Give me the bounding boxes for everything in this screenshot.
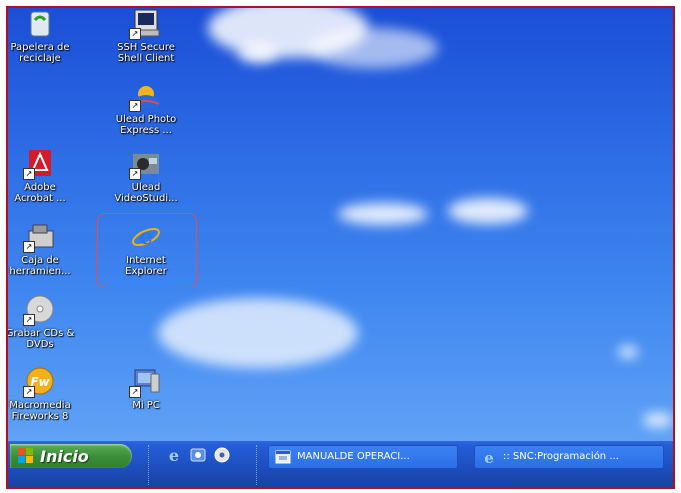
desktop-icon-label: Macromedia Fireworks 8 [9,400,71,422]
shortcut-arrow-icon: ↗ [23,168,35,180]
desktop-icon-adobe-acrobat[interactable]: ↗ Adobe Acrobat ... [8,148,80,204]
taskbar: Inicio e MANUALDE OPERACI... e :: SNC:Pr… [8,441,673,487]
desktop-icon-label: Ulead VideoStudi... [114,182,178,204]
start-button[interactable]: Inicio [10,444,132,468]
desktop[interactable]: Papelera de reciclaje ↗ SSH Secure Shell… [8,8,673,441]
svg-text:e: e [139,224,153,250]
shortcut-arrow-icon: ↗ [23,241,35,253]
desktop-icon-label: Internet Explorer [125,255,167,277]
cloud [338,203,428,225]
fireworks-icon: Fw ↗ [23,366,57,398]
svg-text:e: e [169,446,179,464]
ssh-client-icon: ↗ [129,8,163,40]
desktop-icon-internet-explorer[interactable]: e Internet Explorer [106,221,186,277]
quick-launch-media-player-icon[interactable] [213,446,231,464]
my-computer-icon: ↗ [129,366,163,398]
desktop-icon-label: Grabar CDs & DVDs [8,328,75,350]
taskbar-button-manual[interactable]: MANUALDE OPERACI... [268,445,458,469]
desktop-icon-label: Adobe Acrobat ... [14,182,66,204]
toolbox-icon: ↗ [23,221,57,253]
desktop-icon-toolbox[interactable]: ↗ Caja de herramien... [8,221,80,277]
desktop-icon-cd-burner[interactable]: ↗ Grabar CDs & DVDs [8,294,80,350]
taskbar-button-label: :: SNC:Programación ... [503,451,619,462]
desktop-icon-ulead-videostudio[interactable]: ↗ Ulead VideoStudi... [106,148,186,204]
document-window-icon [275,449,291,465]
ulead-videostudio-icon: ↗ [129,148,163,180]
desktop-icon-recycle-bin[interactable]: Papelera de reciclaje [8,8,80,64]
desktop-icon-label: Ulead Photo Express ... [115,114,177,136]
desktop-icon-label: SSH Secure Shell Client [117,42,175,64]
windows-flag-icon [18,448,34,464]
toolbar-grip [256,445,259,485]
desktop-icon-ulead-photo-express[interactable]: ↗ Ulead Photo Express ... [106,80,186,136]
ulead-photo-express-icon: ↗ [129,80,163,112]
cloud [308,28,438,68]
desktop-icon-fireworks[interactable]: Fw ↗ Macromedia Fireworks 8 [8,366,80,422]
desktop-icon-label: Caja de herramien... [9,255,71,277]
start-label: Inicio [40,447,89,466]
shortcut-arrow-icon: ↗ [129,28,141,40]
desktop-icon-ssh-client[interactable]: ↗ SSH Secure Shell Client [106,8,186,64]
recycle-bin-icon [23,8,57,40]
cd-burner-icon: ↗ [23,294,57,326]
cloud [158,298,358,368]
taskbar-button-snc[interactable]: e :: SNC:Programación ... [474,445,664,469]
svg-text:e: e [484,449,494,465]
taskbar-button-label: MANUALDE OPERACI... [297,451,410,462]
shortcut-arrow-icon: ↗ [23,386,35,398]
internet-explorer-icon: e [481,449,497,467]
quick-launch-internet-explorer-icon[interactable]: e [165,446,183,465]
cloud [618,346,638,358]
cloud [448,198,528,224]
shortcut-arrow-icon: ↗ [129,386,141,398]
cloud [238,43,278,63]
adobe-acrobat-icon: ↗ [23,148,57,180]
screenshot-frame: Papelera de reciclaje ↗ SSH Secure Shell… [6,6,675,489]
shortcut-arrow-icon: ↗ [23,314,35,326]
toolbar-grip [148,445,151,485]
internet-explorer-icon: e [129,221,163,253]
cloud [643,413,673,427]
desktop-icon-my-computer[interactable]: ↗ Mi PC [106,366,186,411]
shortcut-arrow-icon: ↗ [129,168,141,180]
shortcut-arrow-icon: ↗ [129,100,141,112]
desktop-icon-label: Papelera de reciclaje [10,42,70,64]
quick-launch-outlook-icon[interactable] [189,446,207,464]
desktop-icon-label: Mi PC [132,400,160,411]
